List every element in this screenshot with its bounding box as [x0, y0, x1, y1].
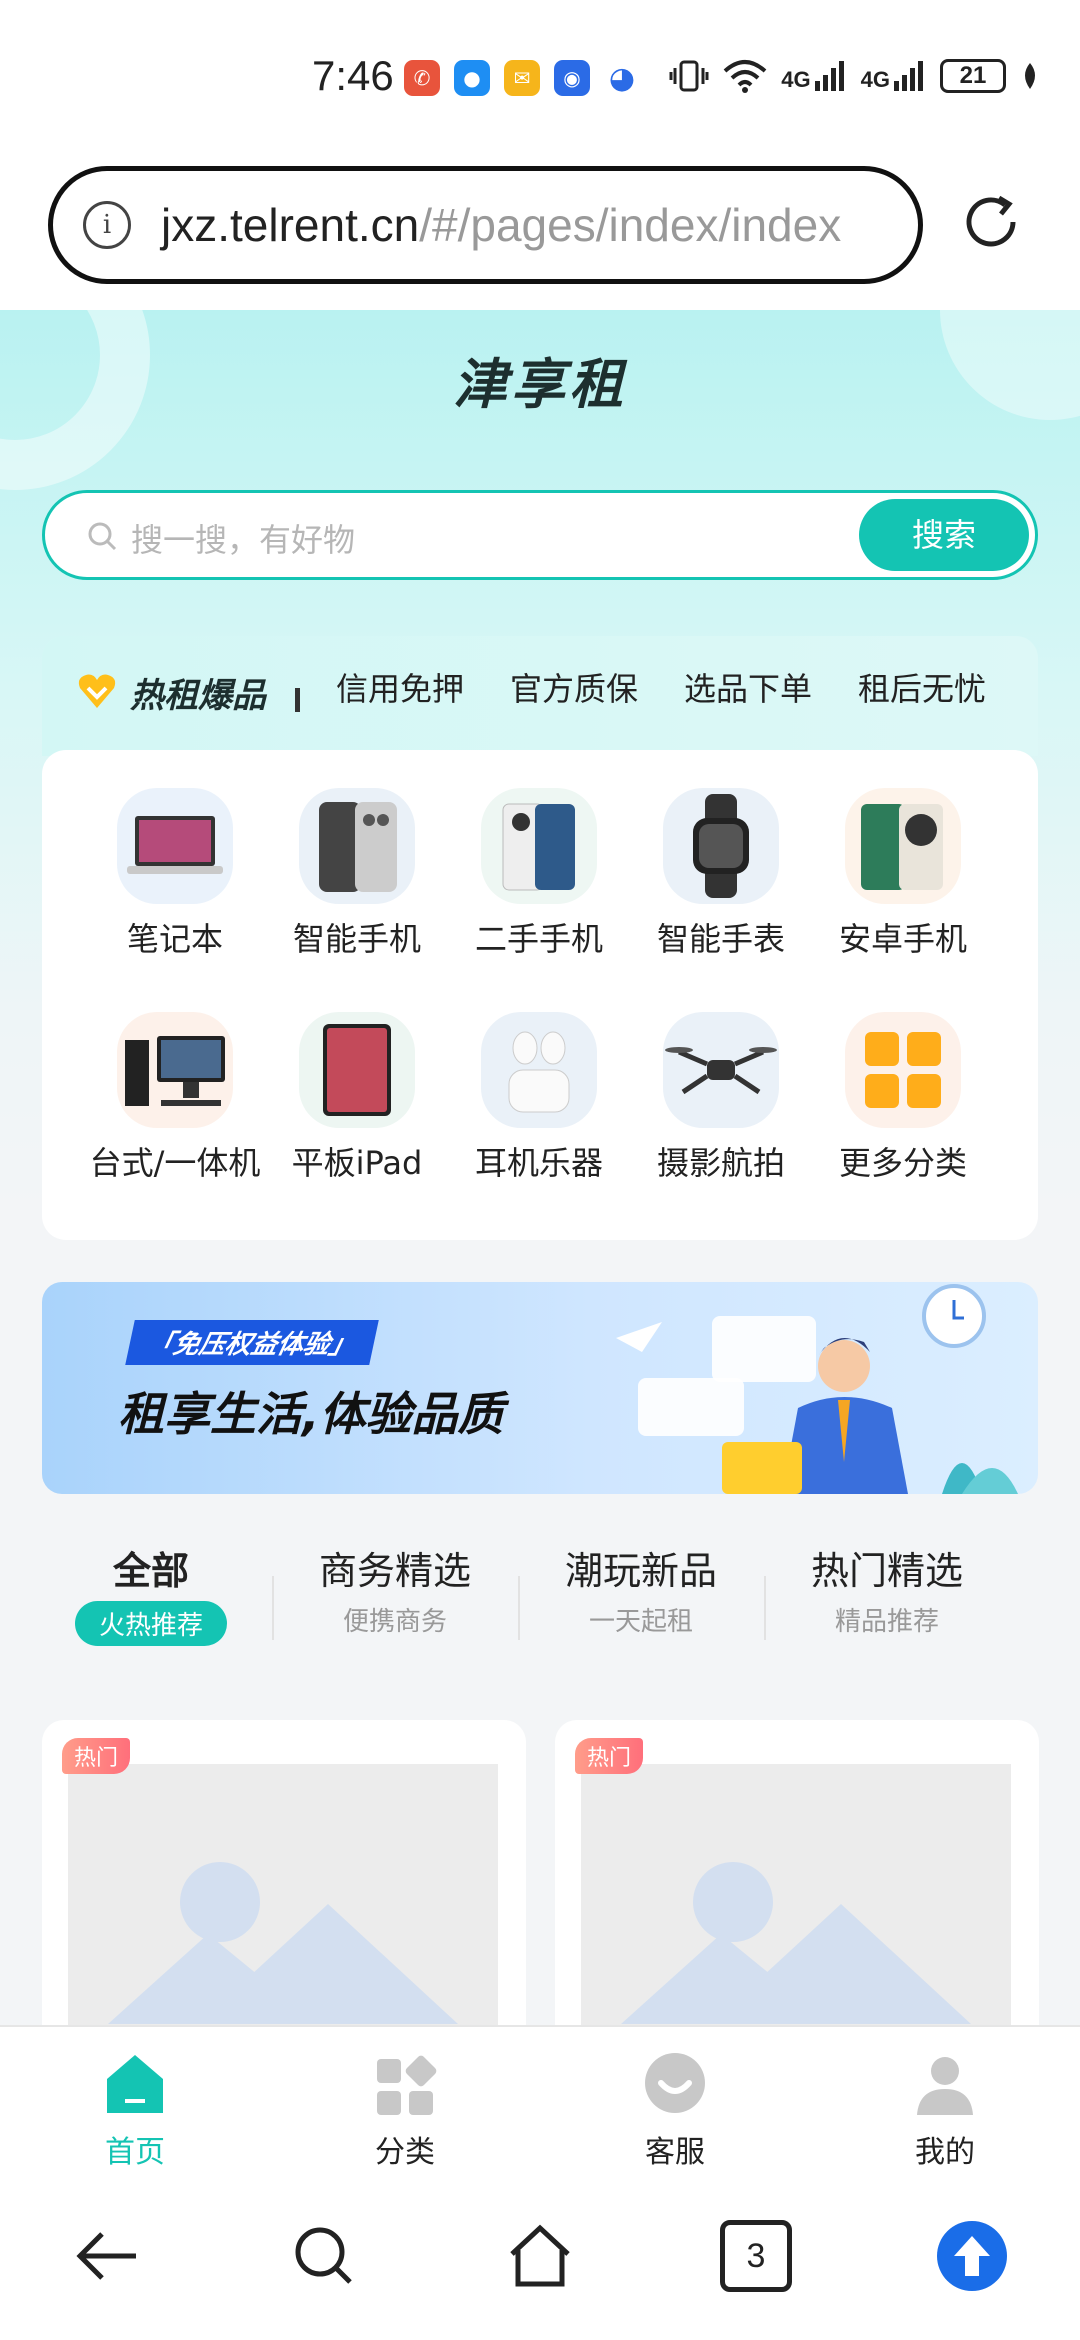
reload-icon[interactable]: [955, 186, 1027, 258]
home-icon: [107, 2055, 163, 2113]
tablet-icon: [299, 1012, 415, 1128]
vibrate-icon: [669, 60, 709, 92]
wifi-icon: [723, 60, 767, 93]
category-grid: 笔记本 智能手机 二手手机 智能手表 安卓手机 台式/一体机 平板iPad 耳机…: [42, 750, 1038, 1240]
feature-item: 租后无忧: [858, 670, 987, 708]
search-bar[interactable]: 搜一搜，有好物 搜索: [42, 490, 1038, 580]
missed-call-icon: ✆: [404, 60, 440, 96]
tab-business[interactable]: 商务精选 便携商务: [272, 1540, 518, 1638]
browser-toolbar: i jxz.telrent.cn/#/pages/index/index: [0, 160, 1080, 310]
browser-navigation-bar: 3: [0, 2170, 1080, 2340]
category-icon: [377, 2055, 437, 2115]
status-bar: 7:46 ✆ ● ✉ ◉ ◕ 4G 4G 21: [0, 0, 1080, 160]
brand-logo: 津享租: [453, 353, 627, 416]
bottom-tab-bar: 首页 分类 客服 我的: [0, 2025, 1080, 2170]
tabbar-service[interactable]: 客服: [585, 2049, 765, 2171]
tabbar-profile[interactable]: 我的: [855, 2049, 1035, 2171]
earbuds-icon: [481, 1012, 597, 1128]
tabbar-category[interactable]: 分类: [315, 2049, 495, 2171]
signal-icon-1: 4G: [781, 59, 846, 93]
status-time: 7:46: [312, 52, 394, 99]
category-laptop[interactable]: 笔记本: [84, 788, 266, 960]
hot-rental-bar: 热租爆品 信用免押 官方质保 选品下单 租后无忧: [42, 636, 1038, 756]
category-more[interactable]: 更多分类: [812, 1012, 994, 1184]
profile-icon: [917, 2057, 973, 2115]
promo-banner[interactable]: 「免压权益体验」 租享生活,体验品质: [42, 1282, 1038, 1494]
tabbar-home[interactable]: 首页: [45, 2049, 225, 2171]
image-placeholder-icon: [68, 1764, 498, 2025]
scroll-up-icon[interactable]: [936, 2220, 1008, 2292]
category-android-phone[interactable]: 安卓手机: [812, 788, 994, 960]
search-input[interactable]: 搜一搜，有好物: [131, 515, 355, 561]
product-card[interactable]: 热门: [555, 1720, 1039, 2025]
info-icon[interactable]: i: [83, 201, 131, 249]
message-icon: ●: [454, 60, 490, 96]
back-arrow-icon[interactable]: [72, 2220, 144, 2292]
divider: [295, 688, 300, 712]
tab-trendy[interactable]: 潮玩新品 一天起租: [518, 1540, 764, 1638]
feature-list: 信用免押 官方质保 选品下单 租后无忧: [336, 664, 986, 710]
browser-notification-icon: ◕: [604, 60, 640, 96]
search-icon[interactable]: [288, 2220, 360, 2292]
search-button[interactable]: 搜索: [859, 499, 1029, 571]
category-desktop[interactable]: 台式/一体机: [84, 1012, 266, 1184]
category-drone[interactable]: 摄影航拍: [630, 1012, 812, 1184]
search-icon: [88, 522, 117, 551]
used-phone-icon: [481, 788, 597, 904]
smartwatch-icon: [663, 788, 779, 904]
app-notification-icon: ◉: [554, 60, 590, 96]
feature-item: 选品下单: [684, 670, 813, 708]
hot-rental-title: 热租爆品: [130, 676, 266, 716]
tab-all[interactable]: 全部 火热推荐: [28, 1540, 274, 1646]
product-card[interactable]: 热门: [42, 1720, 526, 2025]
hot-badge: 热门: [62, 1738, 131, 1774]
category-tablet[interactable]: 平板iPad: [266, 1012, 448, 1184]
android-phone-icon: [845, 788, 961, 904]
tabs-count-button[interactable]: 3: [720, 2220, 792, 2292]
category-used-phone[interactable]: 二手手机: [448, 788, 630, 960]
banner-illustration: [616, 1284, 1018, 1494]
customer-service-icon: [645, 2053, 705, 2113]
laptop-icon: [117, 788, 233, 904]
category-smartphone[interactable]: 智能手机: [266, 788, 448, 960]
battery-icon: 21: [940, 59, 1006, 93]
smartphone-icon: [299, 788, 415, 904]
product-filter-tabs: 全部 火热推荐 商务精选 便携商务 潮玩新品 一天起租 热门精选 精品推荐: [0, 1540, 1080, 1660]
more-grid-icon: [845, 1012, 961, 1128]
banner-headline: 租享生活,体验品质: [118, 1387, 504, 1441]
heart-badge-icon: [78, 674, 116, 708]
feature-item: 官方质保: [510, 670, 639, 708]
signal-icon-2: 4G: [861, 59, 926, 93]
category-earbuds[interactable]: 耳机乐器: [448, 1012, 630, 1184]
tab-popular[interactable]: 热门精选 精品推荐: [764, 1540, 1010, 1638]
banner-tag: 「免压权益体验」: [125, 1320, 379, 1365]
url-text[interactable]: jxz.telrent.cn/#/pages/index/index: [161, 198, 841, 252]
hot-badge: 热门: [575, 1738, 644, 1774]
address-bar[interactable]: i jxz.telrent.cn/#/pages/index/index: [48, 166, 923, 284]
image-placeholder-icon: [581, 1764, 1011, 2025]
leaf-icon: [1025, 63, 1035, 89]
drone-icon: [663, 1012, 779, 1128]
home-icon[interactable]: [504, 2220, 576, 2292]
desktop-icon: [117, 1012, 233, 1128]
category-smartwatch[interactable]: 智能手表: [630, 788, 812, 960]
notification-icons: ✆ ● ✉ ◉ ◕: [404, 60, 640, 96]
feature-item: 信用免押: [336, 670, 465, 708]
mail-icon: ✉: [504, 60, 540, 96]
page-content: 津享租 搜一搜，有好物 搜索 热租爆品 信用免押 官方质保 选品下单 租后无忧 …: [0, 310, 1080, 2025]
